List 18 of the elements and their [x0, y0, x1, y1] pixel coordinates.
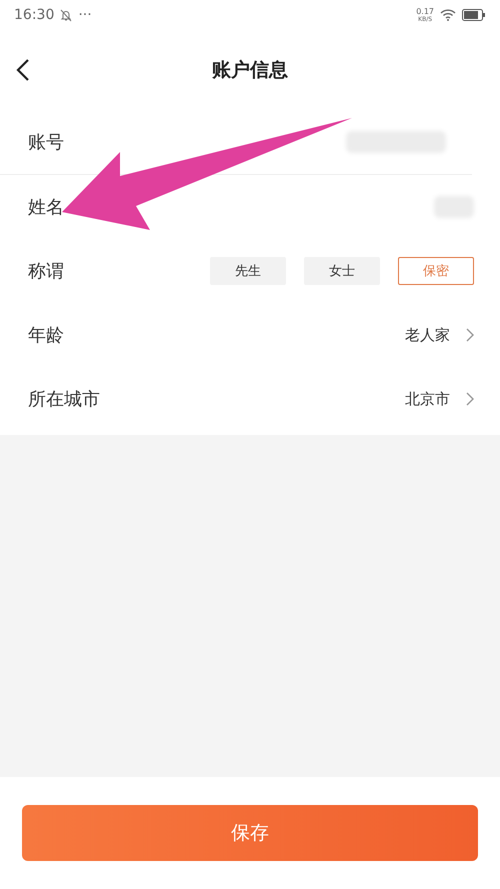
wifi-icon — [440, 9, 456, 21]
status-time: 16:30 — [14, 7, 54, 23]
field-label: 姓名 — [28, 196, 65, 219]
field-value[interactable]: 老人家 — [405, 326, 450, 344]
network-speed: 0.17 — [416, 7, 434, 16]
battery-icon — [462, 9, 486, 21]
field-value[interactable]: 北京市 — [405, 390, 450, 408]
field-label: 所在城市 — [28, 388, 101, 411]
chevron-right-icon — [466, 328, 474, 342]
bell-off-icon — [60, 8, 72, 22]
page-title: 账户信息 — [212, 58, 288, 83]
field-label: 称谓 — [28, 260, 65, 283]
option-button[interactable]: 先生 — [210, 257, 286, 285]
field-label: 年龄 — [28, 324, 65, 347]
more-indicator: ··· — [78, 7, 92, 23]
chevron-right-icon — [466, 392, 474, 406]
option-button[interactable]: 女士 — [304, 257, 380, 285]
field-label: 账号 — [28, 131, 65, 154]
